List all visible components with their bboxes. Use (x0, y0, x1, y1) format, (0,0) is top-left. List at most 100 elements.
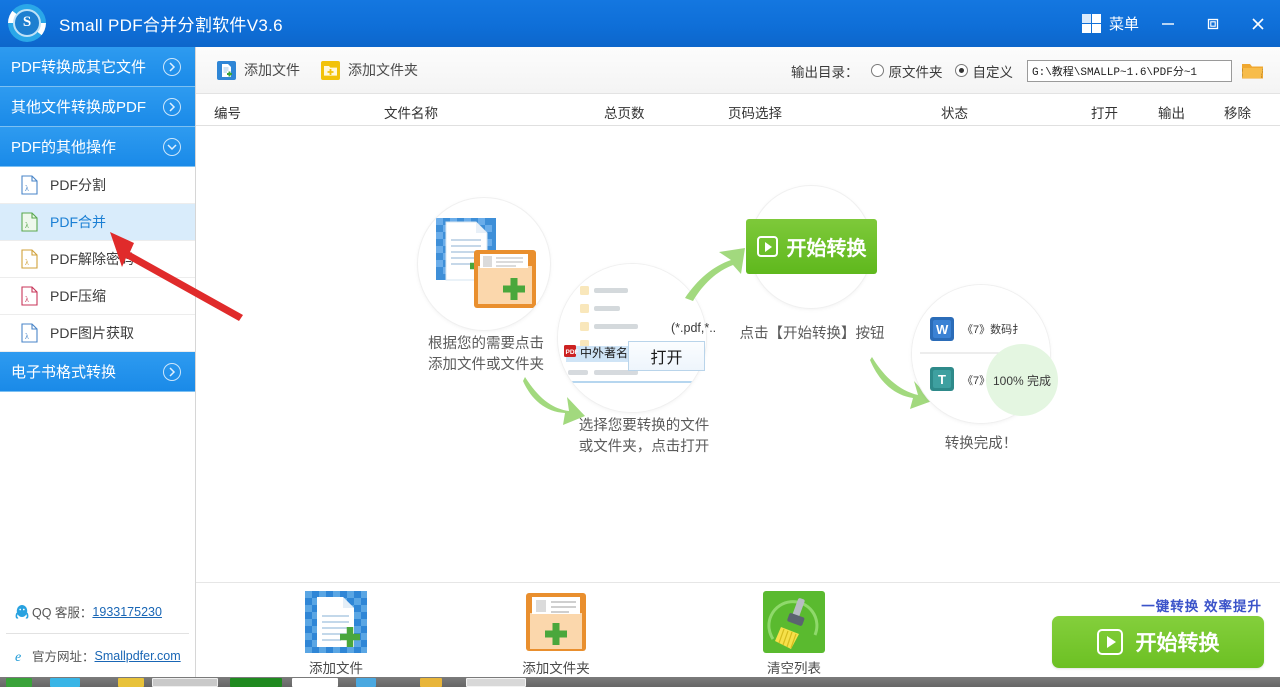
play-icon (756, 236, 778, 257)
sidebar-item-pdf-compress[interactable]: λ PDF压缩 (0, 278, 195, 315)
svg-text:e: e (15, 650, 21, 664)
qq-penguin-icon (12, 604, 32, 620)
sidebar-category-ebook-convert[interactable]: 电子书格式转换 (0, 352, 195, 392)
maximize-button[interactable] (1190, 0, 1235, 47)
svg-text:λ: λ (25, 184, 29, 193)
sidebar-item-pdf-image-extract[interactable]: λ PDF图片获取 (0, 315, 195, 352)
guide-dialog-filter-text: (*.pdf,*.. (671, 321, 717, 335)
guide-convert-button: 开始转换 (746, 219, 877, 274)
taskbar-item[interactable] (230, 678, 282, 687)
column-header-filename: 文件名称 (384, 106, 438, 121)
chevron-down-icon (163, 137, 181, 156)
close-button[interactable] (1235, 0, 1280, 47)
add-folder-label: 添加文件夹 (348, 62, 418, 78)
column-header-status: 状态 (941, 106, 968, 121)
bottom-add-file-button[interactable]: 添加文件 (281, 591, 391, 677)
guide-step2-caption: 选择您要转换的文件 或文件夹，点击打开 (578, 418, 710, 455)
taskbar-item[interactable] (50, 678, 80, 687)
add-file-icon (217, 60, 236, 80)
promo-text: 一键转换 效率提升 (1141, 599, 1262, 614)
minimize-button[interactable] (1145, 0, 1190, 47)
taskbar-item[interactable] (292, 678, 338, 687)
website-link[interactable]: Smallpdfer.com (95, 649, 181, 663)
guide-dialog-open-button: 打开 (628, 341, 705, 371)
svg-text:λ: λ (25, 332, 29, 341)
sidebar-category-other-to-pdf[interactable]: 其他文件转换成PDF (0, 87, 195, 127)
sidebar-category-label: 其他文件转换成PDF (11, 99, 147, 116)
menu-button[interactable]: 菜单 (1076, 0, 1145, 47)
taskbar-item[interactable] (420, 678, 442, 687)
add-folder-icon (525, 591, 587, 653)
sidebar-item-label: PDF解除密码 (50, 251, 134, 267)
sidebar-category-label: PDF转换成其它文件 (11, 59, 147, 76)
radio-custom-folder[interactable]: 自定义 (954, 61, 1013, 81)
browse-folder-button[interactable] (1241, 61, 1264, 81)
output-directory-label: 输出目录： (791, 64, 859, 80)
file-list-empty-guide: 根据您的需要点击 添加文件或文件夹 PDF 中外著名舒 (*.pdf,*.. 打… (196, 126, 1280, 583)
sidebar-item-pdf-split[interactable]: λ PDF分割 (0, 167, 195, 204)
menu-grid-icon (1081, 14, 1101, 33)
sidebar-item-pdf-unlock[interactable]: λ PDF解除密码 (0, 241, 195, 278)
add-folder-icon (321, 60, 340, 80)
radio-circle-selected-icon (954, 64, 968, 77)
website-label: 官方网址： (32, 650, 95, 664)
svg-text:λ: λ (25, 295, 29, 304)
add-file-button[interactable]: 添加文件 (217, 60, 300, 80)
svg-text:PDF: PDF (566, 349, 579, 356)
start-convert-button[interactable]: 开始转换 (1052, 616, 1264, 668)
bottom-bar: 添加文件 添加文件夹 清空列表 一键转换 效率提升 开始转换 (196, 583, 1280, 677)
sidebar-footer: QQ 客服： 1933175230 e 官方网址： Smallpdfer.com (0, 590, 195, 677)
sidebar-item-pdf-merge[interactable]: λ PDF合并 (0, 204, 195, 241)
add-folder-button[interactable]: 添加文件夹 (321, 60, 418, 80)
qq-label: QQ 客服： (32, 606, 93, 620)
sidebar-item-label: PDF合并 (50, 214, 106, 230)
window-controls: 菜单 (1076, 0, 1280, 47)
sidebar-category-label: PDF的其他操作 (11, 139, 117, 156)
svg-text:《7》数码扌: 《7》数码扌 (962, 322, 1023, 336)
pdf-file-icon: λ (21, 286, 38, 306)
output-path-input[interactable]: G:\教程\SMALLP~1.6\PDF分~1 (1027, 59, 1232, 82)
pdf-file-icon: λ (21, 323, 38, 343)
column-header-remove: 移除 (1224, 106, 1251, 121)
radio-source-folder-label: 原文件夹 (888, 64, 943, 80)
add-file-label: 添加文件 (244, 62, 300, 78)
guide-progress-bubble: 100% 完成 (986, 344, 1058, 416)
taskbar-item[interactable] (356, 678, 376, 687)
output-directory-area: 输出目录： 原文件夹 自定义 G:\教程\SMALLP~1.6\PDF分~1 (791, 47, 1264, 94)
title-bar: S Small PDF合并分割软件V3.6 菜单 (0, 0, 1280, 47)
guide-step3-caption: 点击【开始转换】按钮 (739, 326, 885, 342)
sidebar-category-pdf-other-ops[interactable]: PDF的其他操作 (0, 127, 195, 167)
taskbar-item[interactable] (152, 678, 218, 687)
chevron-right-icon (163, 57, 181, 76)
svg-text:T: T (938, 372, 946, 387)
ie-browser-icon: e (12, 648, 32, 664)
svg-text:λ: λ (25, 221, 29, 230)
column-header-open: 打开 (1091, 106, 1118, 121)
taskbar-item[interactable] (118, 678, 144, 687)
application-window: S Small PDF合并分割软件V3.6 菜单 PDF转换成其它文件 其他文件… (0, 0, 1280, 687)
taskbar-item[interactable] (466, 678, 526, 687)
bottom-clear-list-button[interactable]: 清空列表 (739, 591, 849, 677)
windows-taskbar (0, 677, 1280, 687)
radio-circle-icon (870, 64, 884, 77)
toolbar: 添加文件 添加文件夹 输出目录： 原文件夹 自定义 G:\教程\SMALLP~1… (196, 47, 1280, 94)
bottom-add-file-label: 添加文件 (309, 661, 363, 676)
guide-step1-caption: 根据您的需要点击 添加文件或文件夹 (428, 336, 544, 373)
taskbar-item[interactable] (6, 678, 32, 687)
add-file-icon (305, 591, 367, 653)
radio-source-folder[interactable]: 原文件夹 (870, 61, 943, 81)
chevron-right-icon (163, 362, 181, 381)
sidebar-category-pdf-to-other[interactable]: PDF转换成其它文件 (0, 47, 195, 87)
app-logo: S (4, 1, 50, 47)
sidebar: PDF转换成其它文件 其他文件转换成PDF PDF的其他操作 λ PDF分割 λ… (0, 47, 196, 677)
column-header-index: 编号 (214, 106, 241, 121)
pdf-file-icon: λ (21, 249, 38, 269)
website-row: e 官方网址： Smallpdfer.com (0, 634, 195, 677)
logo-letter: S (13, 8, 41, 37)
sidebar-item-label: PDF图片获取 (50, 325, 134, 341)
qq-number-link[interactable]: 1933175230 (92, 605, 162, 619)
bottom-add-folder-button[interactable]: 添加文件夹 (501, 591, 611, 677)
menu-label: 菜单 (1108, 16, 1139, 33)
play-icon (1096, 629, 1123, 655)
clear-list-icon (763, 591, 825, 653)
